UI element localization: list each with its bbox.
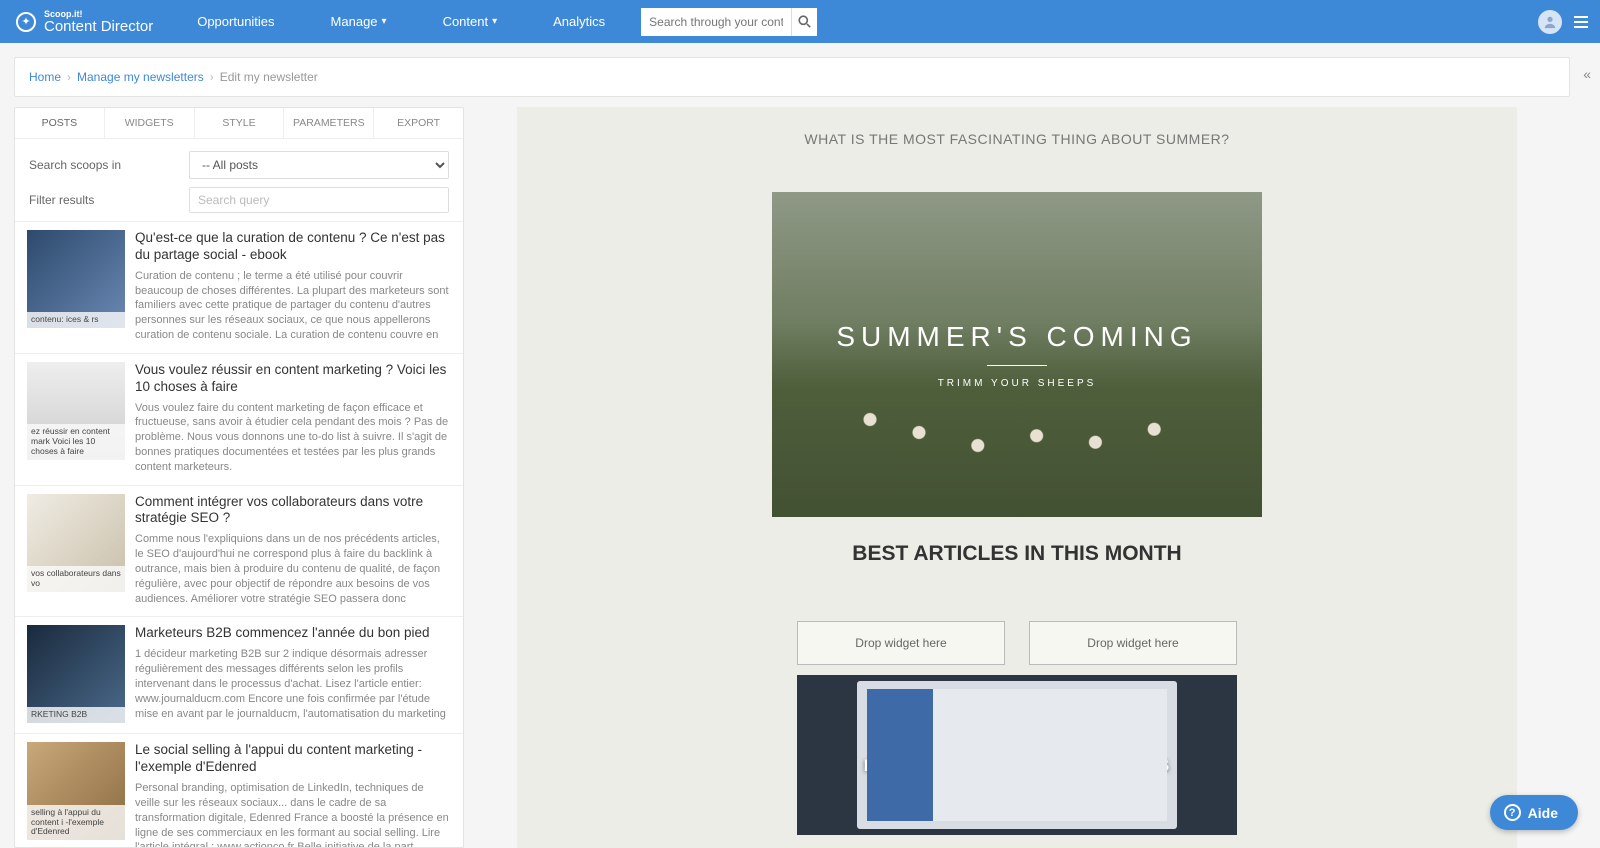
list-item[interactable]: ez réussir en content mark Voici les 10 … [15, 353, 463, 485]
post-title: Le social selling à l'appui du content m… [135, 742, 451, 776]
post-title: Comment intégrer vos collaborateurs dans… [135, 494, 451, 528]
nav-content[interactable]: Content▾ [415, 0, 526, 43]
sidebar-tabs: POSTS WIDGETS STYLE PARAMETERS EXPORT [15, 108, 463, 139]
nav-manage[interactable]: Manage▾ [303, 0, 415, 43]
article-card[interactable]: SCOOP.IT CONTENT DIRECTOR, MÉTRONOME DE … [797, 675, 1237, 835]
search-icon [798, 15, 811, 28]
post-title: Qu'est-ce que la curation de contenu ? C… [135, 230, 451, 264]
chevron-right-icon: › [210, 70, 214, 84]
post-description: Personal branding, optimisation de Linke… [135, 781, 451, 847]
tab-parameters[interactable]: PARAMETERS [284, 108, 374, 138]
hero-title: SUMMER'S COMING [836, 321, 1197, 353]
hero-image[interactable]: SUMMER'S COMING TRIMM YOUR SHEEPS [772, 192, 1262, 517]
post-title: Vous voulez réussir en content marketing… [135, 362, 451, 396]
user-icon [1543, 15, 1557, 29]
brand[interactable]: ✦ Scoop.it! Content Director [0, 10, 169, 34]
help-icon: ? [1504, 804, 1521, 821]
menu-button[interactable] [1574, 16, 1588, 28]
scoops-select[interactable]: -- All posts [189, 151, 449, 179]
nav-opportunities[interactable]: Opportunities [169, 0, 302, 43]
list-item[interactable]: contenu: ices & rs Qu'est-ce que la cura… [15, 221, 463, 353]
chevron-down-icon: ▾ [492, 16, 497, 27]
avatar[interactable] [1538, 10, 1562, 34]
global-search [641, 8, 817, 36]
breadcrumb-home[interactable]: Home [29, 70, 61, 84]
preview-headline: WHAT IS THE MOST FASCINATING THING ABOUT… [547, 131, 1487, 147]
chevron-down-icon: ▾ [382, 16, 387, 27]
post-description: Curation de contenu ; le terme a été uti… [135, 269, 451, 343]
post-thumbnail: contenu: ices & rs [27, 230, 125, 328]
main-nav: Opportunities Manage▾ Content▾ Analytics [169, 0, 633, 43]
nav-analytics[interactable]: Analytics [525, 0, 633, 43]
posts-list: contenu: ices & rs Qu'est-ce que la cura… [15, 221, 463, 847]
hero-subtitle: TRIMM YOUR SHEEPS [836, 378, 1197, 389]
filters: Search scoops in -- All posts Filter res… [15, 139, 463, 221]
top-right [1538, 10, 1600, 34]
breadcrumb: Home › Manage my newsletters › Edit my n… [14, 57, 1570, 97]
scoops-label: Search scoops in [29, 158, 179, 172]
list-item[interactable]: vos collaborateurs dans vo Comment intég… [15, 485, 463, 617]
post-thumbnail: RKETING B2B [27, 625, 125, 723]
search-button[interactable] [791, 8, 817, 36]
tab-widgets[interactable]: WIDGETS [105, 108, 195, 138]
post-description: Vous voulez faire du content marketing d… [135, 401, 451, 475]
post-thumbnail: vos collaborateurs dans vo [27, 494, 125, 592]
post-title: Marketeurs B2B commencez l'année du bon … [135, 625, 451, 642]
breadcrumb-current: Edit my newsletter [220, 70, 318, 84]
help-button[interactable]: ? Aide [1490, 795, 1578, 830]
filter-input[interactable] [189, 187, 449, 213]
sidebar: POSTS WIDGETS STYLE PARAMETERS EXPORT Se… [14, 107, 464, 848]
post-thumbnail: ez réussir en content mark Voici les 10 … [27, 362, 125, 460]
search-input[interactable] [641, 8, 791, 36]
topbar: ✦ Scoop.it! Content Director Opportuniti… [0, 0, 1600, 43]
brand-text: Scoop.it! Content Director [44, 10, 153, 34]
filter-label: Filter results [29, 193, 179, 207]
drop-widget-zone[interactable]: Drop widget here [797, 621, 1005, 665]
collapse-panel-icon[interactable]: « [1583, 66, 1591, 82]
article-card-title-2: MÉTRONOME DE VOS CONTENUS [864, 755, 1170, 777]
post-thumbnail: selling à l'appui du content i -l'exempl… [27, 742, 125, 840]
drop-widget-zone[interactable]: Drop widget here [1029, 621, 1237, 665]
list-item[interactable]: RKETING B2B Marketeurs B2B commencez l'a… [15, 616, 463, 733]
post-description: Comme nous l'expliquions dans un de nos … [135, 532, 451, 606]
tab-posts[interactable]: POSTS [15, 108, 105, 138]
hamburger-icon [1574, 16, 1588, 18]
dropzones: Drop widget here Drop widget here [797, 621, 1237, 665]
breadcrumb-manage[interactable]: Manage my newsletters [77, 70, 204, 84]
preview-canvas: WHAT IS THE MOST FASCINATING THING ABOUT… [517, 107, 1517, 848]
list-item[interactable]: selling à l'appui du content i -l'exempl… [15, 733, 463, 847]
section-title: BEST ARTICLES IN THIS MONTH [547, 542, 1487, 566]
tab-style[interactable]: STYLE [195, 108, 285, 138]
chevron-right-icon: › [67, 70, 71, 84]
workarea: POSTS WIDGETS STYLE PARAMETERS EXPORT Se… [0, 107, 1600, 848]
newsletter-preview: WHAT IS THE MOST FASCINATING THING ABOUT… [464, 107, 1570, 848]
post-description: 1 décideur marketing B2B sur 2 indique d… [135, 647, 451, 721]
tab-export[interactable]: EXPORT [374, 108, 463, 138]
article-card-title-1: SCOOP.IT CONTENT DIRECTOR, [864, 733, 1170, 755]
compass-icon: ✦ [16, 12, 36, 32]
